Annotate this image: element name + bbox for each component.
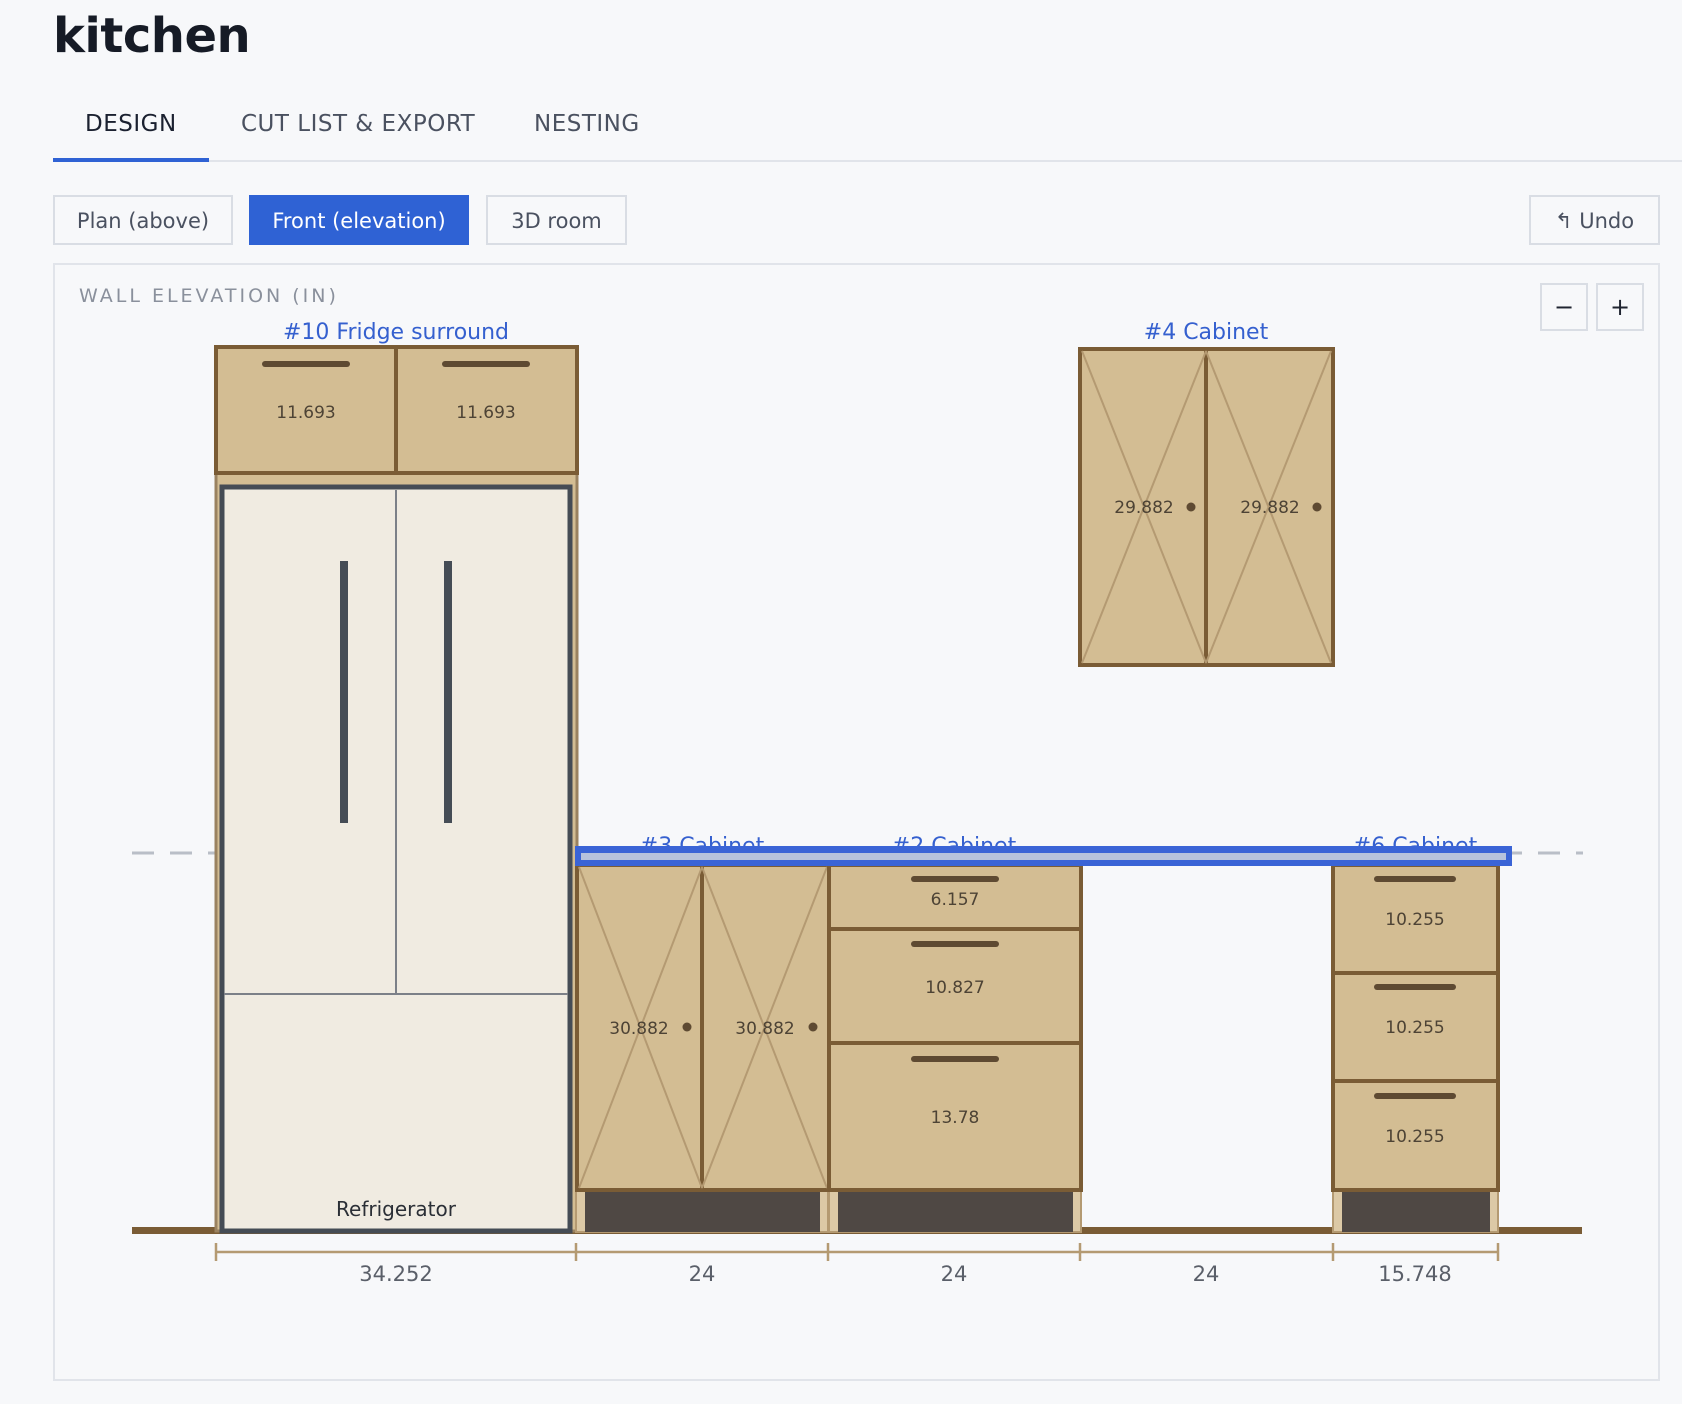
elevation-canvas[interactable]: WALL ELEVATION (IN) − + [53,263,1660,1381]
undo-icon: ↰ [1554,209,1573,233]
canvas-label: WALL ELEVATION (IN) [79,285,339,307]
zoom-in-button[interactable]: + [1596,283,1644,331]
plan-view-button[interactable]: Plan (above) [53,195,233,245]
tab-design[interactable]: DESIGN [85,100,177,160]
undo-button[interactable]: ↰ Undo [1529,195,1660,245]
tab-cut-list-export[interactable]: CUT LIST & EXPORT [241,100,475,160]
undo-label: Undo [1579,209,1635,233]
page-title: kitchen [53,8,251,64]
tab-nesting[interactable]: NESTING [534,100,640,160]
front-elevation-view-button[interactable]: Front (elevation) [249,195,469,245]
zoom-out-button[interactable]: − [1540,283,1588,331]
tab-bar: DESIGN CUT LIST & EXPORT NESTING [53,100,1682,162]
3d-room-view-button[interactable]: 3D room [486,195,627,245]
active-tab-indicator [53,158,209,162]
